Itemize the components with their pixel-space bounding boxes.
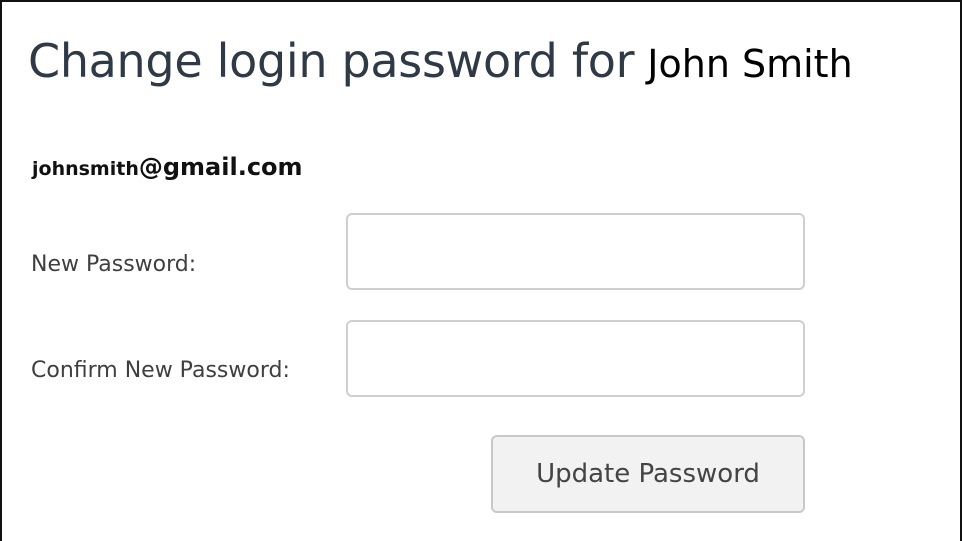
change-password-panel: Change login password for John Smith joh…: [0, 0, 962, 541]
user-name: John Smith: [647, 42, 853, 86]
email-domain-part: @gmail.com: [138, 153, 303, 181]
update-password-button[interactable]: Update Password: [491, 435, 805, 513]
email-local-part: johnsmith: [32, 158, 139, 180]
page-title: Change login password for John Smith: [28, 34, 853, 88]
page-title-text: Change login password for: [28, 34, 635, 88]
confirm-password-input[interactable]: [346, 320, 805, 397]
user-email: johnsmith@gmail.com: [32, 153, 303, 181]
new-password-label: New Password:: [31, 252, 197, 277]
confirm-password-label: Confirm New Password:: [31, 358, 290, 383]
new-password-input[interactable]: [346, 213, 805, 290]
